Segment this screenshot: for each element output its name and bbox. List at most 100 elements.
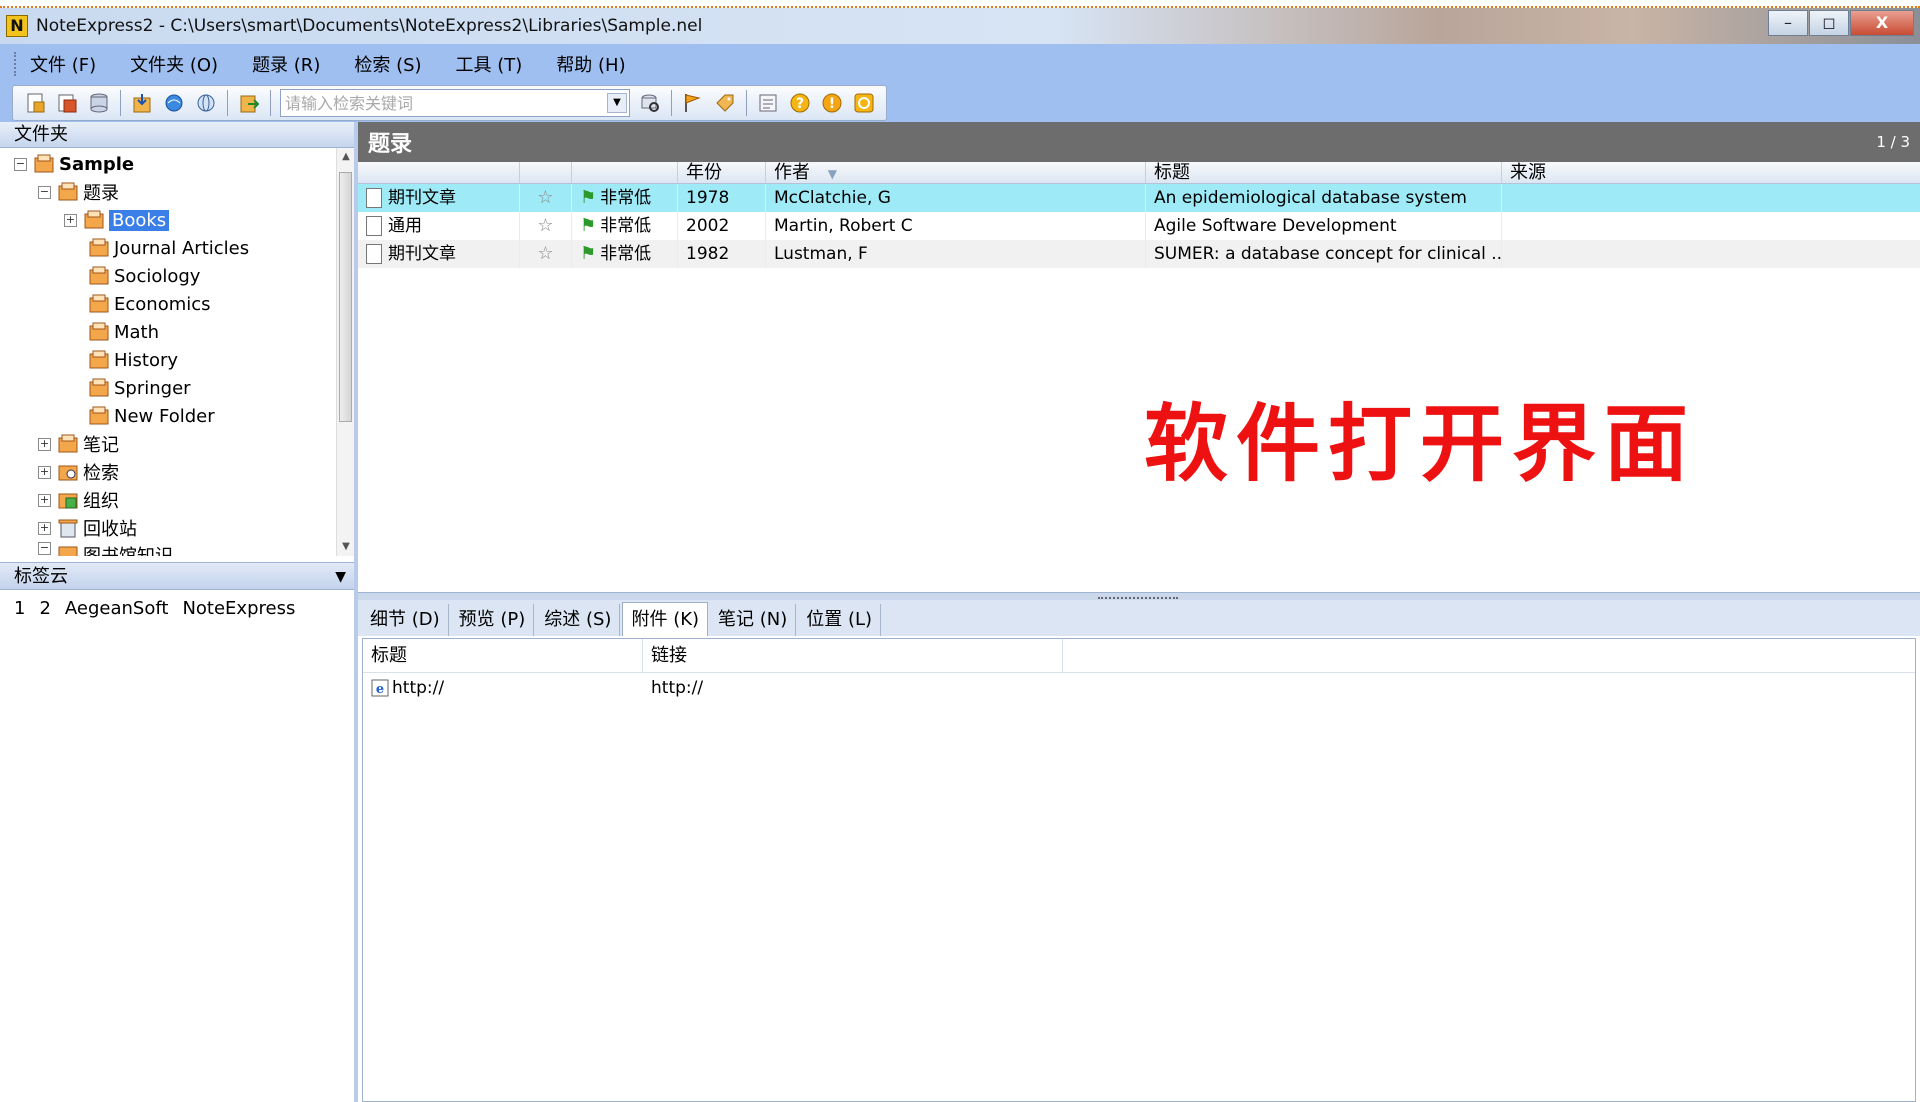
attachment-column-link[interactable]: 链接	[643, 639, 1063, 672]
online-search-icon[interactable]	[161, 90, 187, 116]
tree-node-sociology[interactable]: Sociology	[0, 262, 354, 290]
tree-node-history[interactable]: History	[0, 346, 354, 374]
folder-icon	[89, 266, 109, 285]
toolbar-strip: ▼ ? !	[12, 85, 887, 121]
new-reference-icon[interactable]	[22, 90, 48, 116]
expand-icon[interactable]: +	[38, 521, 51, 535]
reference-row[interactable]: 期刊文章 ☆ ⚑ 非常低 1978 McClatchie, G An epidem…	[358, 184, 1920, 212]
tree-node-organize[interactable]: + 组织	[0, 486, 354, 514]
tree-node-springer[interactable]: Springer	[0, 374, 354, 402]
scroll-up-icon[interactable]: ▲	[337, 148, 354, 166]
menu-folder[interactable]: 文件夹 (O)	[124, 51, 224, 77]
search-dropdown-icon[interactable]: ▼	[607, 93, 627, 113]
import-icon[interactable]	[129, 90, 155, 116]
scroll-down-icon[interactable]: ▼	[337, 538, 354, 556]
database-icon[interactable]	[86, 90, 112, 116]
minimize-button[interactable]: –	[1768, 10, 1808, 36]
attachment-column-title[interactable]: 标题	[363, 639, 643, 672]
reference-star-cell[interactable]: ☆	[520, 240, 572, 268]
star-icon[interactable]: ☆	[537, 243, 553, 264]
menu-file[interactable]: 文件 (F)	[24, 51, 102, 77]
export-icon[interactable]	[236, 90, 262, 116]
folder-tree: − Sample − 题录 + Books Journal Articles S…	[0, 148, 354, 556]
tree-label-organize: 组织	[83, 491, 119, 512]
restore-button[interactable]: ◻	[1809, 10, 1849, 36]
folder-icon	[89, 294, 109, 313]
folder-icon	[84, 210, 104, 229]
tag-item[interactable]: NoteExpress	[182, 598, 295, 619]
tab-notes[interactable]: 笔记 (N)	[710, 604, 797, 636]
browser-icon[interactable]	[193, 90, 219, 116]
tab-location[interactable]: 位置 (L)	[798, 604, 882, 636]
about-icon[interactable]	[851, 90, 877, 116]
expand-icon[interactable]: +	[38, 465, 51, 479]
reference-priority-cell: ⚑ 非常低	[572, 240, 678, 268]
horizontal-splitter[interactable]	[358, 592, 1920, 600]
search-options-icon[interactable]	[637, 90, 663, 116]
info-icon[interactable]: !	[819, 90, 845, 116]
help-icon[interactable]: ?	[787, 90, 813, 116]
column-year[interactable]: 年份	[678, 162, 766, 183]
reference-row[interactable]: 通用 ☆ ⚑ 非常低 2002 Martin, Robert C Agile So…	[358, 212, 1920, 240]
star-icon[interactable]: ☆	[537, 215, 553, 236]
expand-icon[interactable]: +	[38, 493, 51, 507]
expand-icon[interactable]: +	[38, 437, 51, 451]
tree-node-recycle-bin[interactable]: + 回收站	[0, 514, 354, 542]
reference-star-cell[interactable]: ☆	[520, 184, 572, 212]
splitter-grip[interactable]	[1098, 593, 1178, 599]
collapse-icon[interactable]: −	[14, 157, 27, 171]
chevron-down-icon[interactable]: ▼	[335, 563, 346, 591]
tree-node-journal-articles[interactable]: Journal Articles	[0, 234, 354, 262]
column-star[interactable]	[520, 162, 572, 183]
tab-preview[interactable]: 预览 (P)	[451, 604, 535, 636]
tag-item[interactable]: AegeanSoft	[65, 598, 169, 619]
tree-node-new-folder[interactable]: New Folder	[0, 402, 354, 430]
edit-reference-icon[interactable]	[54, 90, 80, 116]
collapse-icon[interactable]: −	[38, 185, 51, 199]
tree-node-library-knowledge[interactable]: − 图书馆知识	[0, 542, 354, 556]
column-source[interactable]: 来源	[1502, 162, 1920, 183]
attachment-row[interactable]: e http:// http://	[363, 673, 1915, 703]
expand-icon[interactable]: +	[64, 213, 77, 227]
close-button[interactable]: X	[1850, 10, 1914, 36]
tree-label-search: 检索	[83, 463, 119, 484]
star-icon[interactable]: ☆	[537, 187, 553, 208]
notes-icon[interactable]	[755, 90, 781, 116]
tree-node-notes[interactable]: + 笔记	[0, 430, 354, 458]
svg-text:!: !	[829, 96, 835, 112]
tag-icon[interactable]	[712, 90, 738, 116]
search-input[interactable]	[281, 90, 599, 116]
folder-tree-scrollbar[interactable]: ▲ ▼	[336, 148, 354, 556]
reference-title: SUMER: a database concept for clinical .…	[1146, 240, 1502, 268]
reference-type: 通用	[388, 216, 422, 236]
column-title[interactable]: 标题	[1146, 162, 1502, 183]
tab-details[interactable]: 细节 (D)	[362, 604, 449, 636]
search-combo[interactable]: ▼	[280, 89, 630, 117]
menu-references[interactable]: 题录 (R)	[246, 51, 326, 77]
tree-node-sample[interactable]: − Sample	[0, 150, 354, 178]
collapse-icon[interactable]: −	[38, 542, 51, 555]
sort-desc-icon: ▼	[827, 167, 837, 181]
tree-node-references[interactable]: − 题录	[0, 178, 354, 206]
flag-icon[interactable]	[680, 90, 706, 116]
tree-node-math[interactable]: Math	[0, 318, 354, 346]
tag-item[interactable]: 2	[39, 598, 50, 619]
scroll-thumb[interactable]	[339, 172, 352, 422]
search-folder-icon	[58, 465, 78, 481]
tree-node-search[interactable]: + 检索	[0, 458, 354, 486]
tree-node-economics[interactable]: Economics	[0, 290, 354, 318]
menu-search[interactable]: 检索 (S)	[348, 51, 427, 77]
menu-tools[interactable]: 工具 (T)	[450, 51, 529, 77]
tag-item[interactable]: 1	[14, 598, 25, 619]
tag-cloud-header[interactable]: 标签云 ▼	[0, 562, 354, 590]
reference-star-cell[interactable]: ☆	[520, 212, 572, 240]
tab-summary[interactable]: 综述 (S)	[536, 604, 621, 636]
references-count: 1 / 3	[1876, 133, 1910, 151]
menu-help[interactable]: 帮助 (H)	[550, 51, 631, 77]
tree-node-books[interactable]: + Books	[0, 206, 354, 234]
column-priority[interactable]	[572, 162, 678, 183]
column-author[interactable]: 作者 ▼	[766, 162, 1146, 183]
column-type[interactable]	[358, 162, 520, 183]
tab-attachments[interactable]: 附件 (K)	[622, 602, 709, 636]
reference-row[interactable]: 期刊文章 ☆ ⚑ 非常低 1982 Lustman, F SUMER: a dat…	[358, 240, 1920, 268]
